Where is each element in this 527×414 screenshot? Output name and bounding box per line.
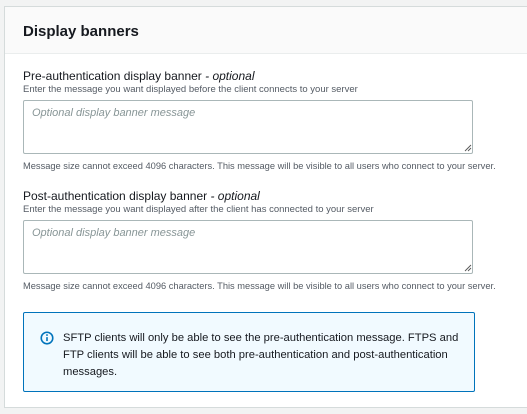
- panel-header: Display banners: [5, 7, 527, 54]
- pre-auth-size-hint: Message size cannot exceed 4096 characte…: [23, 161, 496, 171]
- panel-title: Display banners: [23, 23, 139, 40]
- pre-auth-banner-input[interactable]: [23, 100, 473, 154]
- pre-auth-label-text: Pre-authentication display banner: [23, 69, 202, 83]
- post-auth-label: Post-authentication display banner - opt…: [23, 189, 260, 203]
- post-auth-optional-text: - optional: [210, 189, 260, 203]
- info-alert: SFTP clients will only be able to see th…: [23, 312, 475, 392]
- post-auth-size-hint: Message size cannot exceed 4096 characte…: [23, 281, 496, 291]
- info-alert-text: SFTP clients will only be able to see th…: [63, 332, 459, 378]
- post-auth-resize-handle-icon[interactable]: [464, 264, 472, 272]
- display-banners-panel: Display banners Pre-authentication displ…: [4, 6, 527, 408]
- post-auth-banner-input[interactable]: [23, 220, 473, 274]
- pre-auth-label: Pre-authentication display banner - opti…: [23, 69, 255, 83]
- pre-auth-description: Enter the message you want displayed bef…: [23, 84, 358, 95]
- info-icon: [40, 331, 54, 345]
- pre-auth-resize-handle-icon[interactable]: [464, 144, 472, 152]
- pre-auth-optional-text: - optional: [205, 69, 255, 83]
- post-auth-label-text: Post-authentication display banner: [23, 189, 208, 203]
- post-auth-description: Enter the message you want displayed aft…: [23, 204, 374, 215]
